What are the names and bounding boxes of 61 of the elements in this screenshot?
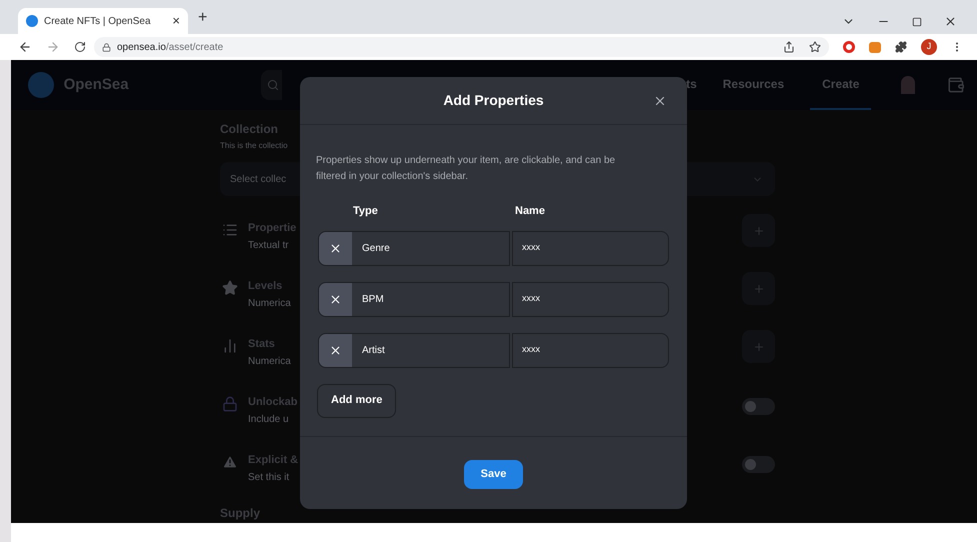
option-subtitle: Numerica (248, 296, 291, 310)
star-icon (222, 280, 238, 296)
bar-chart-icon (222, 338, 238, 354)
type-field[interactable]: Genre (318, 230, 510, 266)
plus-icon (752, 340, 764, 352)
name-field[interactable]: xxxx (512, 282, 669, 316)
close-icon (329, 344, 342, 356)
search-field[interactable] (260, 70, 282, 100)
column-header: Name (515, 204, 545, 219)
share-icon[interactable] (783, 41, 795, 53)
plus-icon (752, 224, 764, 236)
section-subtitle: This is the collectio (220, 140, 289, 152)
name-field[interactable]: xxxx (512, 332, 669, 368)
plus-icon (752, 282, 764, 294)
favicon-icon (26, 15, 38, 27)
tab-title: Create NFTs | OpenSea (44, 14, 152, 28)
url-text: opensea.io/asset/create (117, 40, 224, 54)
back-icon[interactable] (18, 40, 32, 54)
remove-button[interactable] (319, 232, 352, 264)
forward-icon[interactable] (46, 40, 60, 54)
type-field[interactable]: Artist (318, 332, 510, 368)
wallet-icon[interactable] (947, 76, 965, 94)
name-field[interactable]: xxxx (512, 230, 669, 266)
bookmark-icon[interactable] (809, 41, 821, 53)
toggle-switch[interactable] (742, 456, 775, 473)
search-icon (266, 79, 279, 91)
remove-button[interactable] (319, 334, 352, 366)
new-tab-button[interactable]: + (198, 6, 208, 30)
browser-tab[interactable]: Create NFTs | OpenSea × (18, 8, 188, 34)
logo-icon (28, 72, 54, 98)
type-value: Artist (361, 344, 385, 358)
extension-icon[interactable] (843, 41, 855, 53)
list-icon (222, 222, 238, 238)
extensions-icon[interactable] (895, 41, 907, 53)
lock-icon (102, 42, 111, 52)
close-icon (329, 292, 342, 306)
tab-close[interactable]: × (172, 11, 180, 31)
close-icon[interactable] (653, 94, 667, 108)
toggle-switch[interactable] (742, 398, 775, 415)
option-subtitle: Textual tr (248, 238, 290, 252)
close-icon (329, 242, 342, 254)
reload-icon[interactable] (74, 41, 86, 53)
column-header: Type (353, 204, 379, 219)
option-subtitle: Include u (248, 412, 290, 426)
profile-avatar[interactable]: J (921, 39, 937, 55)
restore-icon[interactable] (912, 16, 922, 26)
type-value: BPM (361, 292, 384, 306)
add-more-button[interactable]: Add more (317, 384, 396, 418)
type-value: Genre (361, 242, 390, 256)
warning-icon (222, 454, 238, 470)
lock-icon (222, 396, 238, 412)
dialog-title: Add Properties (443, 91, 544, 110)
address-field[interactable]: opensea.io/asset/create (94, 37, 829, 57)
dialog-description: Properties show up underneath your item, are clickable, and can be filtered in your collection's sidebar. (316, 154, 616, 184)
save-button[interactable]: Save (464, 460, 523, 488)
select-placeholder: Select collec (230, 172, 286, 186)
option-subtitle: Set this it (248, 470, 290, 484)
close-icon[interactable] (944, 15, 957, 28)
remove-button[interactable] (319, 282, 352, 316)
type-field[interactable]: BPM (318, 282, 510, 316)
option-subtitle: Numerica (248, 354, 291, 368)
